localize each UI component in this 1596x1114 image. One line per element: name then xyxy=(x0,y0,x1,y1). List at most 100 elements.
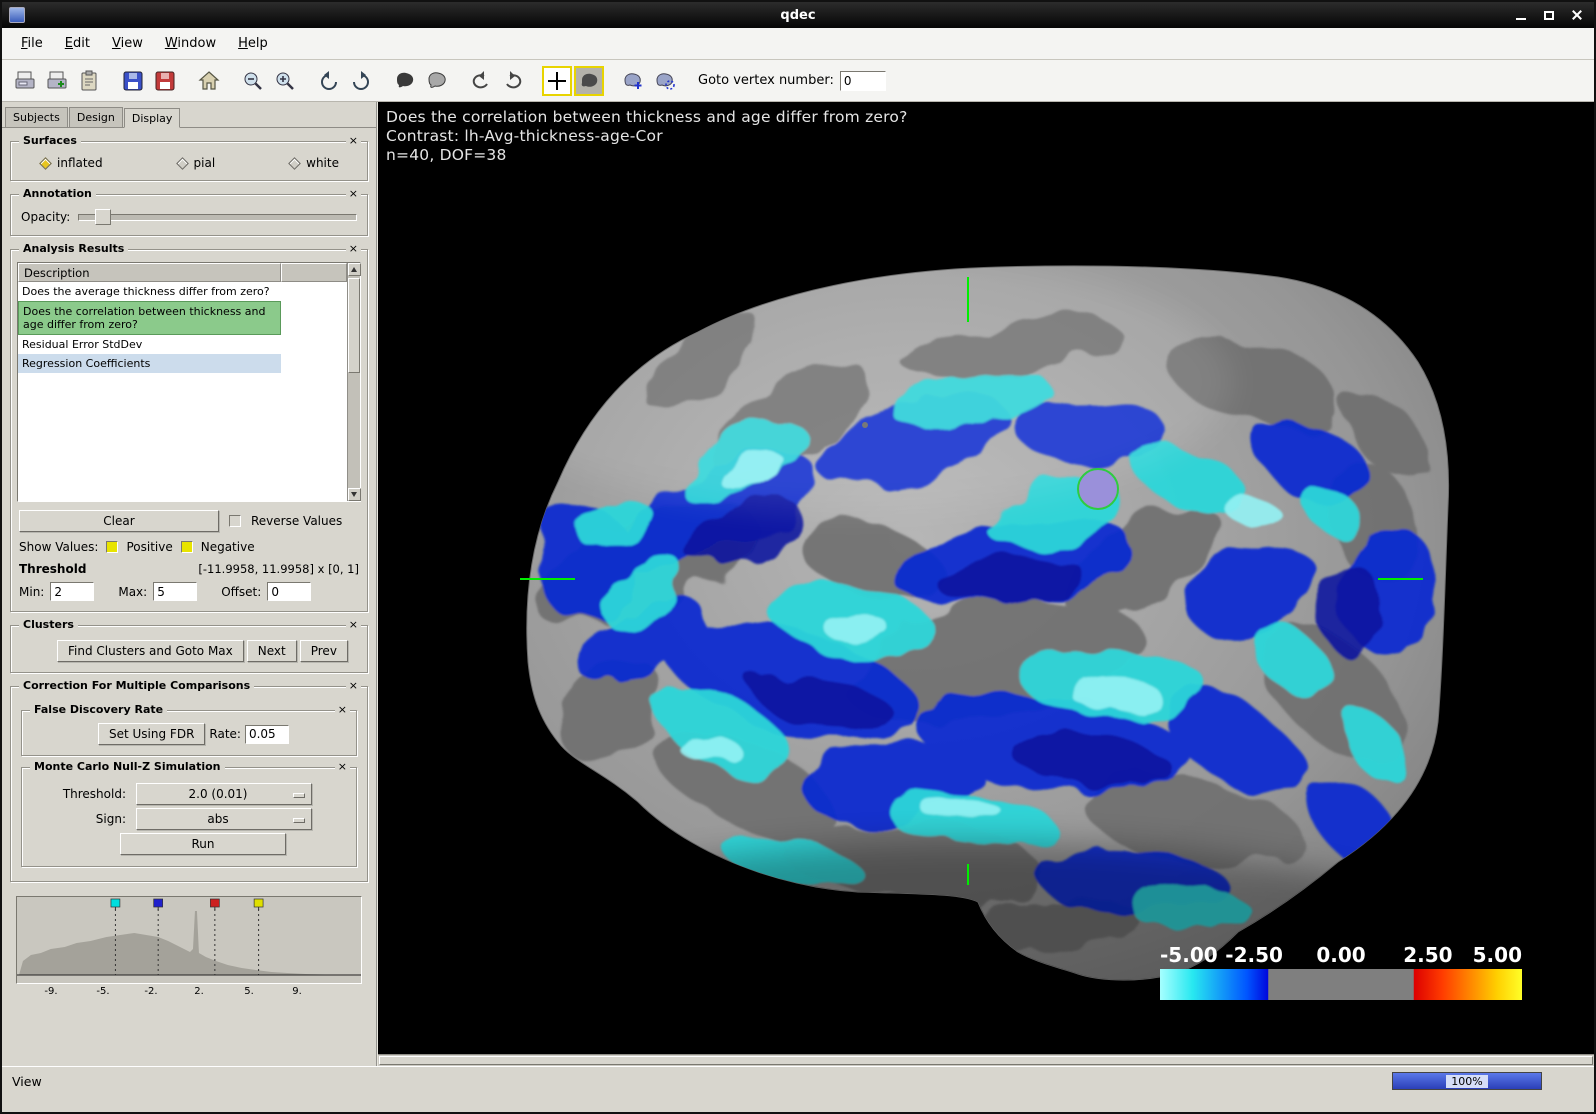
goto-vertex-input[interactable] xyxy=(840,71,886,91)
slider-track[interactable] xyxy=(78,214,357,221)
positive-max-marker[interactable] xyxy=(254,899,263,910)
fdr-close-icon[interactable]: × xyxy=(335,703,350,717)
close-button[interactable] xyxy=(1566,6,1588,24)
load-label-button[interactable] xyxy=(74,66,104,96)
positive-checkbox[interactable] xyxy=(106,541,118,553)
view-horizontal-scrollbar[interactable] xyxy=(378,1054,1594,1066)
surface-option-white[interactable]: white xyxy=(290,156,339,170)
analysis-row-residual-error[interactable]: Residual Error StdDev xyxy=(18,335,281,354)
surface-option-pial[interactable]: pial xyxy=(178,156,216,170)
offset-input[interactable] xyxy=(267,582,311,601)
close-icon xyxy=(1571,9,1583,21)
save-project-icon xyxy=(153,69,177,93)
zoom-out-button[interactable] xyxy=(238,66,268,96)
max-input[interactable] xyxy=(153,582,197,601)
correction-close-icon[interactable]: × xyxy=(346,679,361,693)
reverse-values-checkbox[interactable] xyxy=(229,515,241,527)
load-data-table-button[interactable] xyxy=(10,66,40,96)
tab-display[interactable]: Display xyxy=(124,108,181,128)
analysis-row-avg-thickness[interactable]: Does the average thickness differ from z… xyxy=(18,282,281,301)
set-using-fdr-button[interactable]: Set Using FDR xyxy=(98,723,205,745)
menu-file[interactable]: File xyxy=(12,32,52,55)
save-data-table-button[interactable] xyxy=(118,66,148,96)
mc-sign-label: Sign: xyxy=(26,812,136,826)
tab-design[interactable]: Design xyxy=(69,107,123,127)
surface-main-button[interactable] xyxy=(390,66,420,96)
rate-label: Rate: xyxy=(209,727,241,741)
save-project-button[interactable] xyxy=(150,66,180,96)
colorbar-label: 5.00 xyxy=(1473,943,1522,967)
opacity-slider[interactable] xyxy=(78,209,357,225)
annotation-close-icon[interactable]: × xyxy=(346,187,361,201)
menu-window[interactable]: Window xyxy=(156,32,225,55)
colorbar-label: -5.00 xyxy=(1160,943,1218,967)
analysis-row-thickness-age-correlation[interactable]: Does the correlation between thickness a… xyxy=(18,301,281,335)
find-clusters-button[interactable]: Find Clusters and Goto Max xyxy=(57,640,244,662)
clusters-close-icon[interactable]: × xyxy=(346,618,361,632)
surfaces-close-icon[interactable]: × xyxy=(346,134,361,148)
option-menu-indicator-icon xyxy=(293,818,305,823)
zoom-in-icon xyxy=(273,69,297,93)
scroll-down-button[interactable] xyxy=(348,488,361,501)
menu-view[interactable]: View xyxy=(103,32,152,55)
load-project-button[interactable] xyxy=(42,66,72,96)
inflated-brain-render[interactable] xyxy=(493,262,1453,982)
min-input[interactable] xyxy=(50,582,94,601)
colorbar-label: 0.00 xyxy=(1316,943,1365,967)
overlay-colorbar: -5.00 -2.50 0.00 2.50 5.00 xyxy=(1160,943,1522,1000)
arrow-down-icon xyxy=(351,492,357,497)
home-icon xyxy=(197,69,221,93)
maximize-button[interactable] xyxy=(1538,6,1560,24)
negative-max-marker[interactable] xyxy=(111,899,120,910)
redo-button[interactable] xyxy=(498,66,528,96)
surface-viewport[interactable]: Does the correlation between thickness a… xyxy=(378,102,1594,1054)
rotate-left-button[interactable] xyxy=(314,66,344,96)
surface-aux-button[interactable] xyxy=(422,66,452,96)
mc-threshold-value: 2.0 (0.01) xyxy=(189,787,248,801)
rotate-right-button[interactable] xyxy=(346,66,376,96)
menu-help[interactable]: Help xyxy=(229,32,277,55)
zoom-in-button[interactable] xyxy=(270,66,300,96)
analysis-results-close-icon[interactable]: × xyxy=(346,242,361,256)
mc-sign-dropdown[interactable]: abs xyxy=(136,808,312,830)
negative-min-marker[interactable] xyxy=(154,899,163,910)
monte-carlo-close-icon[interactable]: × xyxy=(335,760,350,774)
select-label-button[interactable] xyxy=(650,66,680,96)
home-button[interactable] xyxy=(194,66,224,96)
analysis-results-group: Analysis Results × Description Does the … xyxy=(10,249,368,612)
axis-tick: -9. xyxy=(40,986,62,997)
surface-option-inflated[interactable]: inflated xyxy=(41,156,103,170)
correction-title: Correction For Multiple Comparisons xyxy=(19,679,254,692)
clear-button[interactable]: Clear xyxy=(19,510,219,532)
scroll-up-button[interactable] xyxy=(348,263,361,276)
progress-bar: 100% xyxy=(1392,1072,1542,1090)
axis-tick: 2. xyxy=(188,986,210,997)
negative-checkbox[interactable] xyxy=(181,541,193,553)
next-cluster-button[interactable]: Next xyxy=(247,640,297,662)
threshold-label: Threshold xyxy=(19,562,86,576)
rate-input[interactable] xyxy=(245,725,289,744)
add-label-button[interactable] xyxy=(618,66,648,96)
analysis-row-regression-coefficients[interactable]: Regression Coefficients xyxy=(18,354,281,373)
undo-button[interactable] xyxy=(466,66,496,96)
threshold-range-text: [-11.9958, 11.9958] x [0, 1] xyxy=(198,562,359,576)
menu-edit[interactable]: Edit xyxy=(56,32,99,55)
selected-cluster-marker[interactable] xyxy=(1078,469,1118,509)
tab-subjects[interactable]: Subjects xyxy=(5,107,68,127)
positive-min-marker[interactable] xyxy=(210,899,219,910)
hscroll-thumb[interactable] xyxy=(379,1056,1593,1065)
crosshair-tool-button[interactable] xyxy=(542,66,572,96)
mc-threshold-dropdown[interactable]: 2.0 (0.01) xyxy=(136,783,312,805)
minimize-button[interactable] xyxy=(1510,6,1532,24)
description-column-header[interactable]: Description xyxy=(18,263,281,282)
run-simulation-button[interactable]: Run xyxy=(120,833,286,855)
slider-handle[interactable] xyxy=(95,209,111,225)
prev-cluster-button[interactable]: Prev xyxy=(300,640,348,662)
table-scrollbar[interactable] xyxy=(347,263,360,501)
surface-main-icon xyxy=(393,69,417,93)
threshold-histogram[interactable] xyxy=(16,896,362,984)
select-region-tool-button[interactable] xyxy=(574,66,604,96)
scrollbar-track[interactable] xyxy=(348,276,361,488)
scrollbar-thumb[interactable] xyxy=(348,278,360,373)
menu-bar: File Edit View Window Help xyxy=(2,28,1594,60)
